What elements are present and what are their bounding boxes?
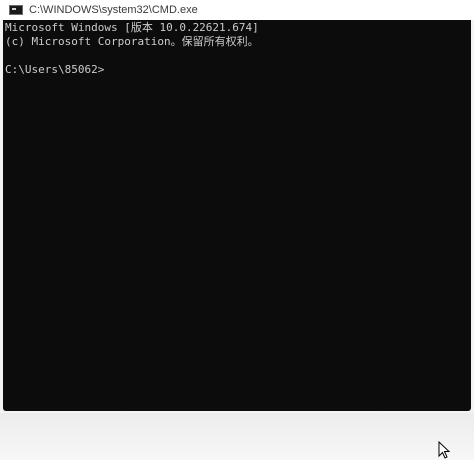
command-prompt[interactable]: C:\Users\85062> — [5, 63, 471, 77]
cmd-icon[interactable] — [9, 5, 23, 15]
console-line-version: Microsoft Windows [版本 10.0.22621.674] — [5, 21, 259, 34]
console-line-copyright: (c) Microsoft Corporation。保留所有权利。 — [5, 35, 259, 48]
window-title: C:\WINDOWS\system32\CMD.exe — [29, 4, 198, 16]
title-bar[interactable]: C:\WINDOWS\system32\CMD.exe — [0, 0, 474, 20]
console-area[interactable]: Microsoft Windows [版本 10.0.22621.674] (c… — [3, 20, 471, 411]
mouse-pointer-icon — [438, 441, 450, 459]
window-bottom-frame — [0, 413, 474, 460]
